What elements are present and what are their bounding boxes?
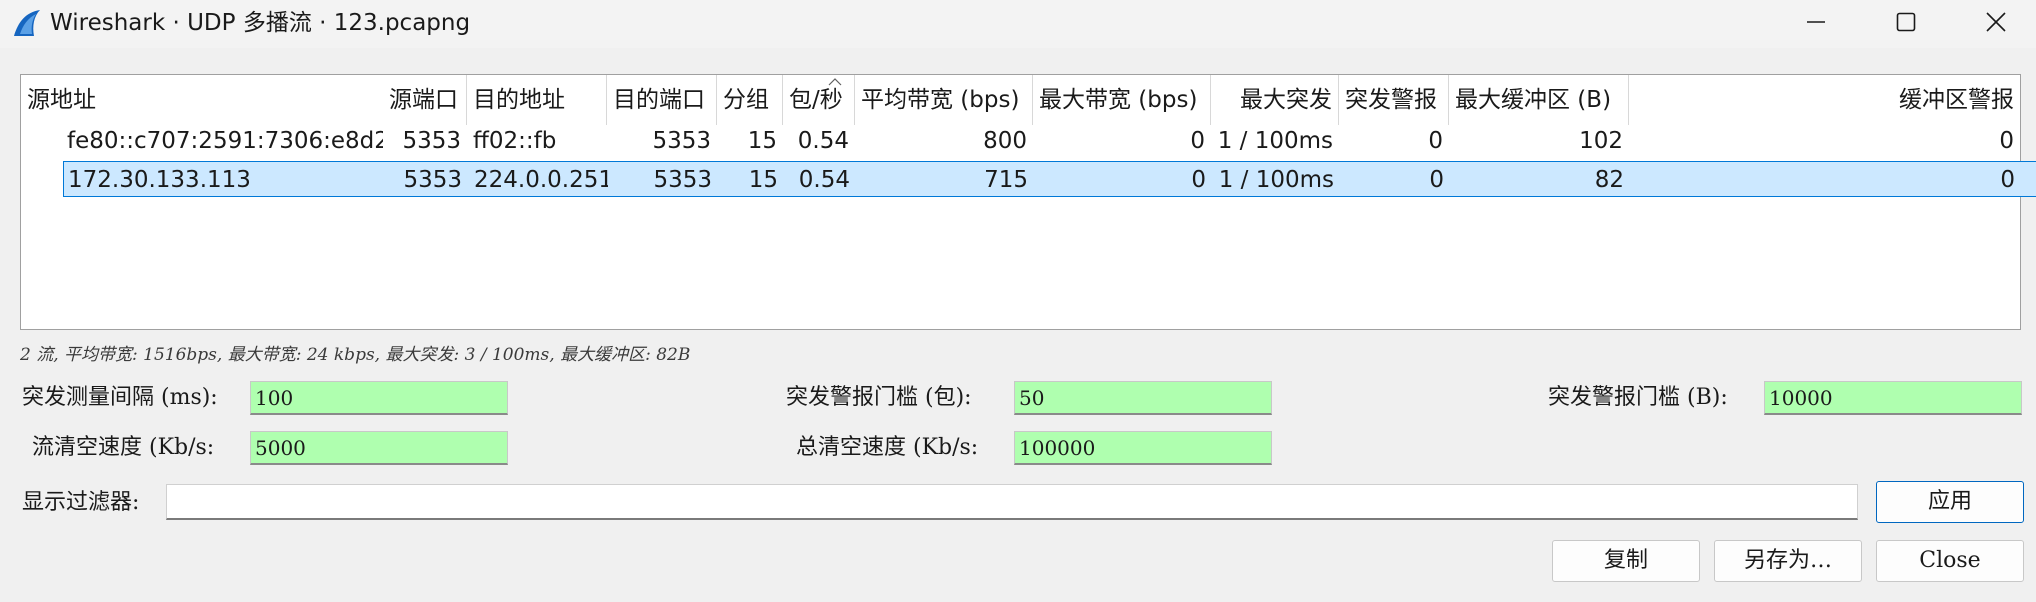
cell-dst-port: 5353 (653, 167, 712, 193)
burst-interval-label: 突发测量间隔 (ms): (22, 385, 218, 410)
window-title: Wireshark · UDP 多播流 · 123.pcapng (50, 10, 471, 36)
wireshark-fin-icon (14, 10, 40, 36)
cell-dst-addr: 224.0.0.251 (474, 167, 608, 193)
column-header-max-burst[interactable]: 最大突发 (1211, 75, 1339, 125)
cell-src-port: 5353 (402, 128, 461, 154)
cell-dst-port: 5353 (652, 128, 711, 154)
cell-max-bw: 0 (1190, 128, 1205, 154)
cell-buffer-alarm: 0 (2000, 167, 2015, 193)
cell-packets: 15 (747, 128, 777, 154)
maximize-button[interactable] (1862, 0, 1950, 44)
stream-drain-rate-label: 流清空速度 (Kb/s: (32, 435, 215, 460)
cell-packets: 15 (748, 167, 778, 193)
table-row-selected[interactable]: 172.30.133.113 5353 224.0.0.251 5353 15 … (63, 161, 2036, 197)
column-header-buffer-alarm[interactable]: 缓冲区警报 (1629, 75, 2020, 125)
cell-src-port: 5353 (403, 167, 462, 193)
cell-max-buffer: 102 (1579, 128, 1623, 154)
column-header-packets[interactable]: 分组 (717, 75, 783, 125)
cell-max-burst: 1 / 100ms (1217, 128, 1333, 154)
close-button[interactable]: Close (1876, 540, 2024, 582)
cell-src-addr: 172.30.133.113 (68, 167, 251, 193)
column-header-src-addr[interactable]: 源地址 (21, 75, 383, 125)
minimize-button[interactable] (1772, 0, 1860, 44)
stream-drain-rate-input[interactable]: 5000 (250, 431, 508, 465)
column-header-burst-alarm[interactable]: 突发警报 (1339, 75, 1449, 125)
cell-burst-alarm: 0 (1429, 167, 1444, 193)
cell-max-burst: 1 / 100ms (1218, 167, 1334, 193)
burst-alarm-packets-label: 突发警报门槛 (包): (786, 385, 972, 410)
stream-summary: 2 流, 平均带宽: 1516bps, 最大带宽: 24 kbps, 最大突发:… (20, 345, 691, 365)
cell-buffer-alarm: 0 (1999, 128, 2014, 154)
column-header-max-buffer[interactable]: 最大缓冲区 (B) (1449, 75, 1629, 125)
apply-filter-button[interactable]: 应用 (1876, 481, 2024, 523)
minimize-icon (1807, 21, 1825, 23)
display-filter-input[interactable] (166, 484, 1858, 520)
cell-pkts-per-sec: 0.54 (797, 128, 849, 154)
burst-interval-input[interactable]: 100 (250, 381, 508, 415)
cell-avg-bw: 800 (983, 128, 1027, 154)
copy-button[interactable]: 复制 (1552, 540, 1700, 582)
save-as-button[interactable]: 另存为… (1714, 540, 1862, 582)
table-row[interactable]: fe80::c707:2591:7306:e8d2 5353 ff02::fb … (21, 123, 2020, 159)
close-window-button[interactable] (1952, 0, 2036, 44)
cell-max-bw: 0 (1191, 167, 1206, 193)
burst-alarm-packets-input[interactable]: 50 (1014, 381, 1272, 415)
total-drain-rate-input[interactable]: 100000 (1014, 431, 1272, 465)
close-icon (1986, 12, 2006, 32)
sort-ascending-icon (828, 78, 842, 86)
display-filter-label: 显示过滤器: (22, 490, 140, 515)
cell-dst-addr: ff02::fb (473, 128, 557, 154)
multicast-stream-table[interactable]: 源地址 源端口 目的地址 目的端口 分组 包/秒 平均带宽 (bps) 最大带宽… (20, 74, 2036, 330)
column-header-avg-bw[interactable]: 平均带宽 (bps) (855, 75, 1033, 125)
cell-burst-alarm: 0 (1428, 128, 1443, 154)
table-header: 源地址 源端口 目的地址 目的端口 分组 包/秒 平均带宽 (bps) 最大带宽… (21, 75, 2020, 125)
column-header-src-port[interactable]: 源端口 (383, 75, 467, 125)
column-header-dst-addr[interactable]: 目的地址 (467, 75, 607, 125)
cell-avg-bw: 715 (984, 167, 1028, 193)
burst-alarm-bytes-input[interactable]: 10000 (1764, 381, 2022, 415)
column-header-max-bw[interactable]: 最大带宽 (bps) (1033, 75, 1211, 125)
cell-max-buffer: 82 (1594, 167, 1624, 193)
burst-alarm-bytes-label: 突发警报门槛 (B): (1548, 385, 1728, 410)
total-drain-rate-label: 总清空速度 (Kb/s: (796, 435, 979, 460)
column-header-pkts-per-sec[interactable]: 包/秒 (783, 75, 855, 125)
column-header-dst-port[interactable]: 目的端口 (607, 75, 717, 125)
maximize-icon (1896, 12, 1916, 32)
cell-pkts-per-sec: 0.54 (798, 167, 850, 193)
cell-src-addr: fe80::c707:2591:7306:e8d2 (67, 128, 383, 154)
title-bar: Wireshark · UDP 多播流 · 123.pcapng (0, 0, 2036, 48)
